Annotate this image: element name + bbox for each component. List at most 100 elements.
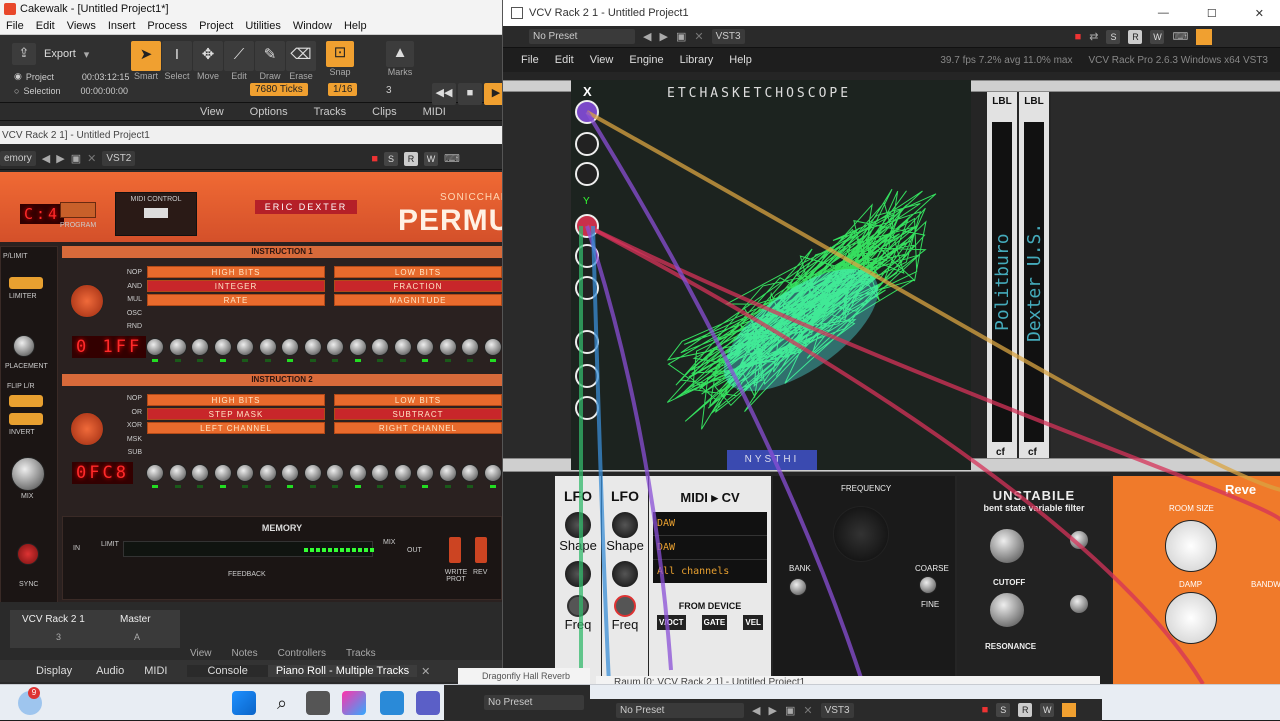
bit-knob[interactable] bbox=[258, 464, 277, 482]
tab-midi[interactable]: MIDI bbox=[134, 665, 177, 677]
snap-value[interactable]: 1/16 bbox=[328, 83, 358, 96]
snap-button[interactable]: ⊡ Snap bbox=[326, 41, 354, 77]
bit-knob[interactable] bbox=[461, 464, 479, 482]
menu-file[interactable]: File bbox=[0, 20, 30, 32]
reverb-room-size-knob[interactable] bbox=[1165, 520, 1217, 572]
raum-power-icon[interactable]: ■ bbox=[982, 704, 989, 716]
bit-knob[interactable] bbox=[416, 464, 434, 482]
bit-knob[interactable] bbox=[168, 338, 187, 356]
plugin-r-button[interactable]: R bbox=[404, 151, 419, 166]
bit-knob[interactable] bbox=[236, 338, 254, 356]
midi-control-switch[interactable] bbox=[144, 208, 168, 218]
reverb-damp-knob[interactable] bbox=[1165, 592, 1217, 644]
tool-smart[interactable]: ➤ Smart bbox=[131, 41, 161, 81]
menu-views[interactable]: Views bbox=[61, 20, 102, 32]
jelly-bank-knob[interactable] bbox=[789, 578, 807, 596]
bar-high-bits-2[interactable]: HIGH BITS bbox=[147, 394, 325, 406]
bit-knob[interactable] bbox=[303, 464, 322, 482]
vcv-r-button[interactable]: R bbox=[1128, 29, 1143, 44]
raum-w-button[interactable]: W bbox=[1040, 703, 1055, 717]
menu-project[interactable]: Project bbox=[193, 20, 239, 32]
scope-port[interactable] bbox=[575, 330, 599, 354]
lfo1-shape-knob[interactable] bbox=[565, 512, 591, 538]
project-radio[interactable]: Project bbox=[26, 72, 54, 82]
scope-port[interactable] bbox=[575, 244, 599, 268]
vcv-menu-edit[interactable]: Edit bbox=[547, 54, 582, 66]
store-icon[interactable] bbox=[380, 691, 404, 715]
tab-piano-roll[interactable]: Piano Roll - Multiple Tracks bbox=[267, 665, 418, 677]
midicv-voct-label[interactable]: V/OCT bbox=[657, 615, 686, 630]
bar-rate[interactable]: RATE bbox=[147, 294, 325, 306]
scope-port[interactable] bbox=[575, 396, 599, 420]
unstabile-small-knob-2[interactable] bbox=[1069, 594, 1089, 614]
bar-right-channel[interactable]: RIGHT CHANNEL bbox=[334, 422, 502, 434]
pin-icon[interactable] bbox=[1196, 28, 1213, 45]
bar-fraction[interactable]: FRACTION bbox=[334, 280, 502, 292]
save-preset-icon[interactable]: ▣ bbox=[676, 30, 686, 43]
bar-step-mask[interactable]: STEP MASK bbox=[147, 408, 325, 420]
raum-prev-icon[interactable]: ◀ bbox=[752, 704, 760, 717]
bit-knob[interactable] bbox=[281, 464, 299, 482]
prev-preset-icon[interactable]: ◀ bbox=[643, 30, 651, 43]
tool-select[interactable]: I Select bbox=[162, 41, 192, 81]
label2-text[interactable]: Dexter U.S. bbox=[1024, 122, 1045, 442]
menu-edit[interactable]: Edit bbox=[30, 20, 61, 32]
instruction2-op-knob[interactable] bbox=[70, 412, 104, 446]
program-button[interactable] bbox=[60, 202, 96, 218]
preset-led-display[interactable]: C:4 bbox=[20, 204, 65, 224]
bit-knob[interactable] bbox=[483, 338, 502, 356]
bit-knob[interactable] bbox=[213, 464, 232, 482]
tool-draw[interactable]: ✎ Draw bbox=[255, 41, 285, 81]
plugin-preset-dropdown[interactable]: emory bbox=[0, 151, 36, 166]
raum-pin-icon[interactable] bbox=[1062, 703, 1077, 717]
mini-menu-controllers[interactable]: Controllers bbox=[278, 648, 326, 659]
bar-left-channel[interactable]: LEFT CHANNEL bbox=[147, 422, 325, 434]
project-radio-icon[interactable]: ◉ bbox=[14, 71, 22, 82]
scope-port[interactable] bbox=[575, 364, 599, 388]
bit-knob[interactable] bbox=[326, 338, 344, 356]
bit-knob[interactable] bbox=[326, 464, 344, 482]
midicv-driver[interactable]: DAW bbox=[653, 512, 767, 536]
write-protect-switch[interactable] bbox=[449, 537, 461, 563]
mini-menu-tracks[interactable]: Tracks bbox=[346, 648, 376, 659]
export-icon[interactable]: ⇪ bbox=[12, 43, 36, 65]
teams-icon[interactable] bbox=[416, 691, 440, 715]
raum-r-button[interactable]: R bbox=[1018, 703, 1033, 717]
dragonfly-preset-dropdown[interactable]: No Preset bbox=[484, 695, 584, 710]
lfo2-freq-port[interactable] bbox=[614, 595, 636, 617]
bar-high-bits-1[interactable]: HIGH BITS bbox=[147, 266, 325, 278]
stop-icon[interactable]: ■ bbox=[458, 83, 482, 105]
op-rnd[interactable]: RND bbox=[80, 320, 142, 334]
bit-knob[interactable] bbox=[191, 464, 209, 482]
scope-port[interactable] bbox=[575, 100, 599, 124]
vcv-format-dropdown[interactable]: VST3 bbox=[711, 29, 745, 44]
op-sub[interactable]: SUB bbox=[80, 446, 142, 460]
vcv-power-icon[interactable]: ■ bbox=[1075, 31, 1082, 43]
vcv-menu-file[interactable]: File bbox=[513, 54, 547, 66]
instruction1-op-knob[interactable] bbox=[70, 284, 104, 318]
marks-button[interactable]: ▲ Marks bbox=[386, 41, 414, 77]
bit-knob[interactable] bbox=[258, 338, 277, 356]
scope-port[interactable] bbox=[575, 214, 599, 238]
bit-knob[interactable] bbox=[438, 338, 457, 356]
next-preset-icon[interactable]: ▶ bbox=[56, 152, 64, 165]
rewind-icon[interactable]: ◀◀ bbox=[432, 83, 456, 105]
tool-erase[interactable]: ⌫ Erase bbox=[286, 41, 316, 81]
ticks-display[interactable]: 7680 Ticks bbox=[250, 83, 308, 96]
bit-knob[interactable] bbox=[303, 338, 322, 356]
menu-window[interactable]: Window bbox=[287, 20, 338, 32]
scope-port[interactable] bbox=[575, 132, 599, 156]
unstabile-cutoff-knob[interactable] bbox=[989, 592, 1025, 628]
bit-knob[interactable] bbox=[348, 464, 367, 482]
vcv-preset-dropdown[interactable]: No Preset bbox=[529, 29, 635, 44]
sync-knob[interactable] bbox=[17, 543, 39, 565]
limiter-switch[interactable] bbox=[9, 277, 43, 289]
bit-knob[interactable] bbox=[281, 338, 299, 356]
task-view-icon[interactable] bbox=[306, 691, 330, 715]
mix-knob[interactable] bbox=[11, 457, 45, 491]
tool-move[interactable]: ✥ Move bbox=[193, 41, 223, 81]
next-preset-icon[interactable]: ▶ bbox=[659, 30, 667, 43]
copilot-icon[interactable] bbox=[342, 691, 366, 715]
plugin-w-button[interactable]: W bbox=[424, 151, 439, 166]
vcv-menu-library[interactable]: Library bbox=[672, 54, 722, 66]
